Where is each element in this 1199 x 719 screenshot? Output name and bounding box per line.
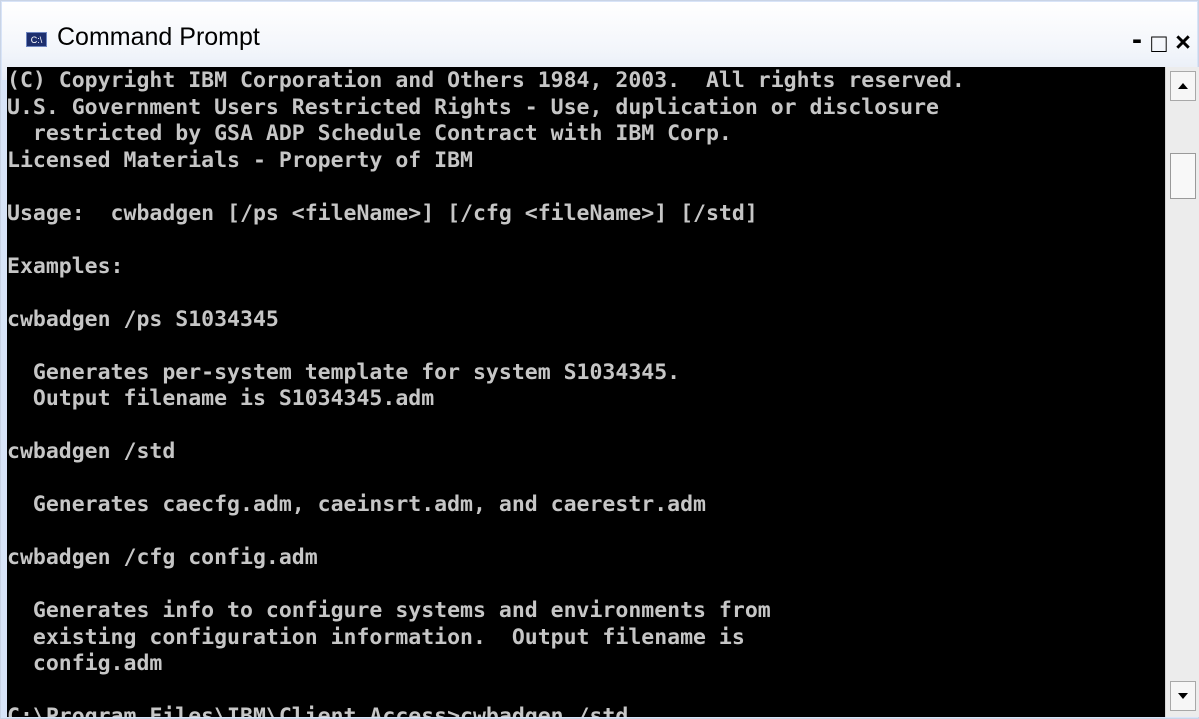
console-line: config.adm	[7, 651, 163, 676]
console-line: Generates per-system template for system…	[7, 359, 681, 385]
console-line: restricted by GSA ADP Schedule Contract …	[7, 121, 732, 146]
console-line: U.S. Government Users Restricted Rights …	[7, 94, 939, 120]
console-line: Examples:	[7, 253, 124, 279]
console-line: cwbadgen /ps S1034345	[7, 306, 279, 332]
console-line: C:\Program Files\IBM\Client Access>cwbad…	[7, 704, 629, 717]
window-title: Command Prompt	[57, 23, 260, 51]
command-prompt-window: C:\ Command Prompt - □ × (C) Copyright I…	[0, 0, 1199, 719]
arrow-up-icon	[1178, 83, 1188, 89]
scroll-up-button[interactable]	[1170, 71, 1196, 101]
console-line: Usage: cwbadgen [/ps <fileName>] [/cfg <…	[7, 200, 758, 226]
scroll-thumb[interactable]	[1170, 153, 1196, 199]
console-line: Generates caecfg.adm, caeinsrt.adm, and …	[7, 492, 706, 517]
console-output[interactable]: (C) Copyright IBM Corporation and Others…	[7, 67, 1165, 717]
console-line: Generates info to configure systems and …	[7, 598, 771, 623]
console-line: existing configuration information. Outp…	[7, 624, 745, 650]
console-line: (C) Copyright IBM Corporation and Others…	[7, 68, 965, 93]
close-button[interactable]: ×	[1172, 26, 1194, 60]
console-line: Licensed Materials - Property of IBM	[7, 147, 473, 173]
arrow-down-icon	[1178, 693, 1188, 699]
maximize-button[interactable]: □	[1148, 26, 1170, 60]
command-prompt-icon[interactable]: C:\	[26, 32, 47, 47]
console-line: Output filename is S1034345.adm	[7, 386, 435, 411]
scroll-down-button[interactable]	[1170, 681, 1196, 711]
console-line: cwbadgen /std	[7, 439, 176, 464]
console-line: cwbadgen /cfg config.adm	[7, 545, 318, 570]
vertical-scrollbar[interactable]	[1165, 67, 1199, 717]
minimize-button[interactable]: -	[1126, 25, 1148, 60]
